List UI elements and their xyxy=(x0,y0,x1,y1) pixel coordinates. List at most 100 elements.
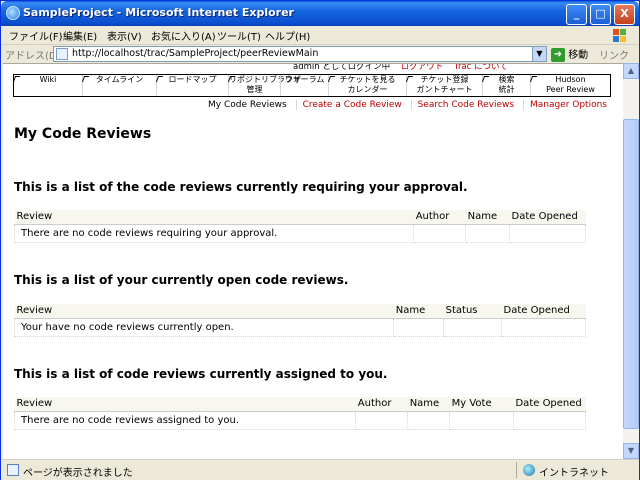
empty-message: There are no code reviews requiring your… xyxy=(13,224,415,243)
title-bar: SampleProject - Microsoft Internet Explo… xyxy=(1,1,639,26)
address-url[interactable]: http://localhost/trac/SampleProject/peer… xyxy=(72,48,318,59)
nav-tab-sublabel: ガントチャート xyxy=(416,85,473,94)
go-arrow-icon: ➜ xyxy=(551,48,565,62)
ctxnav-my-reviews[interactable]: My Code Reviews xyxy=(202,100,293,110)
nav-tab-sublabel: 管理 xyxy=(246,85,263,94)
page-title: My Code Reviews xyxy=(14,126,152,142)
nav-tab-search[interactable]: 検索 統計 xyxy=(481,75,530,96)
col-header[interactable]: Review xyxy=(14,304,394,319)
meta-logged-in: admin としてログイン中 xyxy=(293,63,391,72)
nav-tab-sublabel: 統計 xyxy=(498,85,515,94)
table-cell xyxy=(413,224,467,243)
nav-tab-label: チケットを見る xyxy=(339,75,396,84)
page-done-icon xyxy=(7,464,19,476)
scroll-down-icon[interactable]: ▼ xyxy=(623,443,639,459)
main-nav: Wiki タイムライン ロードマップ リポジトリブラウザ 管理 フォーラム チケ… xyxy=(12,74,611,97)
go-button[interactable]: ➜ 移動 xyxy=(551,46,593,62)
meta-nav: admin としてログイン中 ログアウト Trac について xyxy=(293,63,508,72)
context-nav: My Code Reviews Create a Code Review Sea… xyxy=(202,100,613,110)
table-cell xyxy=(465,224,511,243)
nav-tab-wiki[interactable]: Wiki xyxy=(12,75,82,96)
menu-favorites[interactable]: お気に入り(A) xyxy=(151,28,216,43)
section-heading-approval: This is a list of the code reviews curre… xyxy=(14,180,468,194)
col-header[interactable]: Name xyxy=(393,304,444,319)
go-label: 移動 xyxy=(568,50,589,61)
nav-tab-newticket[interactable]: チケット登録 ガントチャート xyxy=(405,75,482,96)
window-title: SampleProject - Microsoft Internet Explo… xyxy=(23,6,294,19)
approval-table: Review Author Name Date Opened There are… xyxy=(13,210,586,243)
ctxnav-manager-options[interactable]: Manager Options xyxy=(522,100,613,110)
section-heading-open: This is a list of your currently open co… xyxy=(14,273,349,287)
nav-tab-label: チケット登録 xyxy=(420,75,469,84)
nav-tab-sublabel: カレンダー xyxy=(347,85,388,94)
page-viewport: admin としてログイン中 ログアウト Trac について Wiki タイムラ… xyxy=(3,63,623,459)
minimize-button[interactable]: _ xyxy=(566,4,587,25)
menu-edit[interactable]: 編集(E) xyxy=(63,28,97,43)
menu-bar: ファイル(F) 編集(E) 表示(V) お気に入り(A) ツール(T) ヘルプ(… xyxy=(1,26,639,45)
close-button[interactable]: X xyxy=(614,4,635,25)
table-cell xyxy=(512,411,587,430)
col-header[interactable]: Review xyxy=(14,210,414,225)
col-header[interactable]: Name xyxy=(465,210,510,225)
col-header[interactable]: Date Opened xyxy=(509,210,586,225)
address-dropdown-icon[interactable]: ▼ xyxy=(532,47,546,61)
table-cell xyxy=(509,224,586,243)
status-message: ページが表示されました xyxy=(23,468,133,479)
table-cell xyxy=(501,318,586,337)
col-header[interactable]: My Vote xyxy=(449,397,514,412)
nav-tab-label: タイムライン xyxy=(95,75,144,84)
table-cell xyxy=(449,411,514,430)
nav-tab-label: Hudson xyxy=(555,75,586,84)
status-bar: ページが表示されました イントラネット xyxy=(1,459,639,480)
ie-logo-icon xyxy=(6,6,20,20)
meta-about-link[interactable]: Trac について xyxy=(454,64,508,72)
intranet-globe-icon xyxy=(523,464,535,476)
nav-tab-tickets[interactable]: チケットを見る カレンダー xyxy=(327,75,406,96)
nav-tab-label: 検索 xyxy=(498,75,515,84)
menu-help[interactable]: ヘルプ(H) xyxy=(265,28,310,43)
col-header[interactable]: Author xyxy=(355,397,408,412)
meta-logout-link[interactable]: ログアウト xyxy=(401,64,444,72)
scroll-up-icon[interactable]: ▲ xyxy=(623,63,639,79)
ctxnav-search-reviews[interactable]: Search Code Reviews xyxy=(410,100,520,110)
nav-tab-label: Wiki xyxy=(39,75,57,84)
address-bar: アドレス(D) http://localhost/trac/SampleProj… xyxy=(1,45,639,63)
menu-file[interactable]: ファイル(F) xyxy=(9,28,63,43)
address-input[interactable]: http://localhost/trac/SampleProject/peer… xyxy=(53,46,547,62)
nav-tab-label: リポジトリブラウザ xyxy=(229,75,301,84)
links-button[interactable]: リンク xyxy=(599,47,629,62)
col-header[interactable]: Status xyxy=(443,304,502,319)
col-header[interactable]: Author xyxy=(413,210,466,225)
browser-window: SampleProject - Microsoft Internet Explo… xyxy=(0,0,640,480)
nav-tab-label: ロードマップ xyxy=(168,75,217,84)
table-row: Your have no code reviews currently open… xyxy=(13,318,586,337)
nav-tab-peerreview[interactable]: Hudson Peer Review xyxy=(529,75,610,96)
menu-tools[interactable]: ツール(T) xyxy=(217,28,261,43)
assigned-reviews-table: Review Author Name My Vote Date Opened T… xyxy=(13,397,587,430)
col-header[interactable]: Name xyxy=(407,397,450,412)
nav-tab-forum[interactable]: フォーラム xyxy=(280,75,328,96)
ctxnav-create-review[interactable]: Create a Code Review xyxy=(295,100,408,110)
table-cell xyxy=(407,411,451,430)
scroll-thumb[interactable] xyxy=(623,119,639,429)
table-row: There are no code reviews assigned to yo… xyxy=(13,411,587,430)
empty-message: There are no code reviews assigned to yo… xyxy=(13,411,357,430)
col-header[interactable]: Date Opened xyxy=(501,304,586,319)
section-heading-assigned: This is a list of code reviews currently… xyxy=(14,367,388,381)
nav-tab-browser[interactable]: リポジトリブラウザ 管理 xyxy=(227,75,301,96)
empty-message: Your have no code reviews currently open… xyxy=(13,318,395,337)
col-header[interactable]: Date Opened xyxy=(513,397,586,412)
col-header[interactable]: Review xyxy=(14,397,356,412)
nav-tab-timeline[interactable]: タイムライン xyxy=(81,75,156,96)
zone-label: イントラネット xyxy=(539,468,609,479)
windows-logo-icon xyxy=(613,29,626,42)
menu-view[interactable]: 表示(V) xyxy=(107,28,142,43)
table-row: There are no code reviews requiring your… xyxy=(13,224,586,243)
vertical-scrollbar[interactable]: ▲ ▼ xyxy=(623,63,639,459)
nav-tab-sublabel: フォーラム xyxy=(284,75,325,84)
nav-tab-roadmap[interactable]: ロードマップ xyxy=(155,75,228,96)
maximize-button[interactable]: □ xyxy=(590,4,611,25)
security-zone: イントラネット xyxy=(516,462,626,479)
table-cell xyxy=(355,411,409,430)
table-cell xyxy=(443,318,503,337)
